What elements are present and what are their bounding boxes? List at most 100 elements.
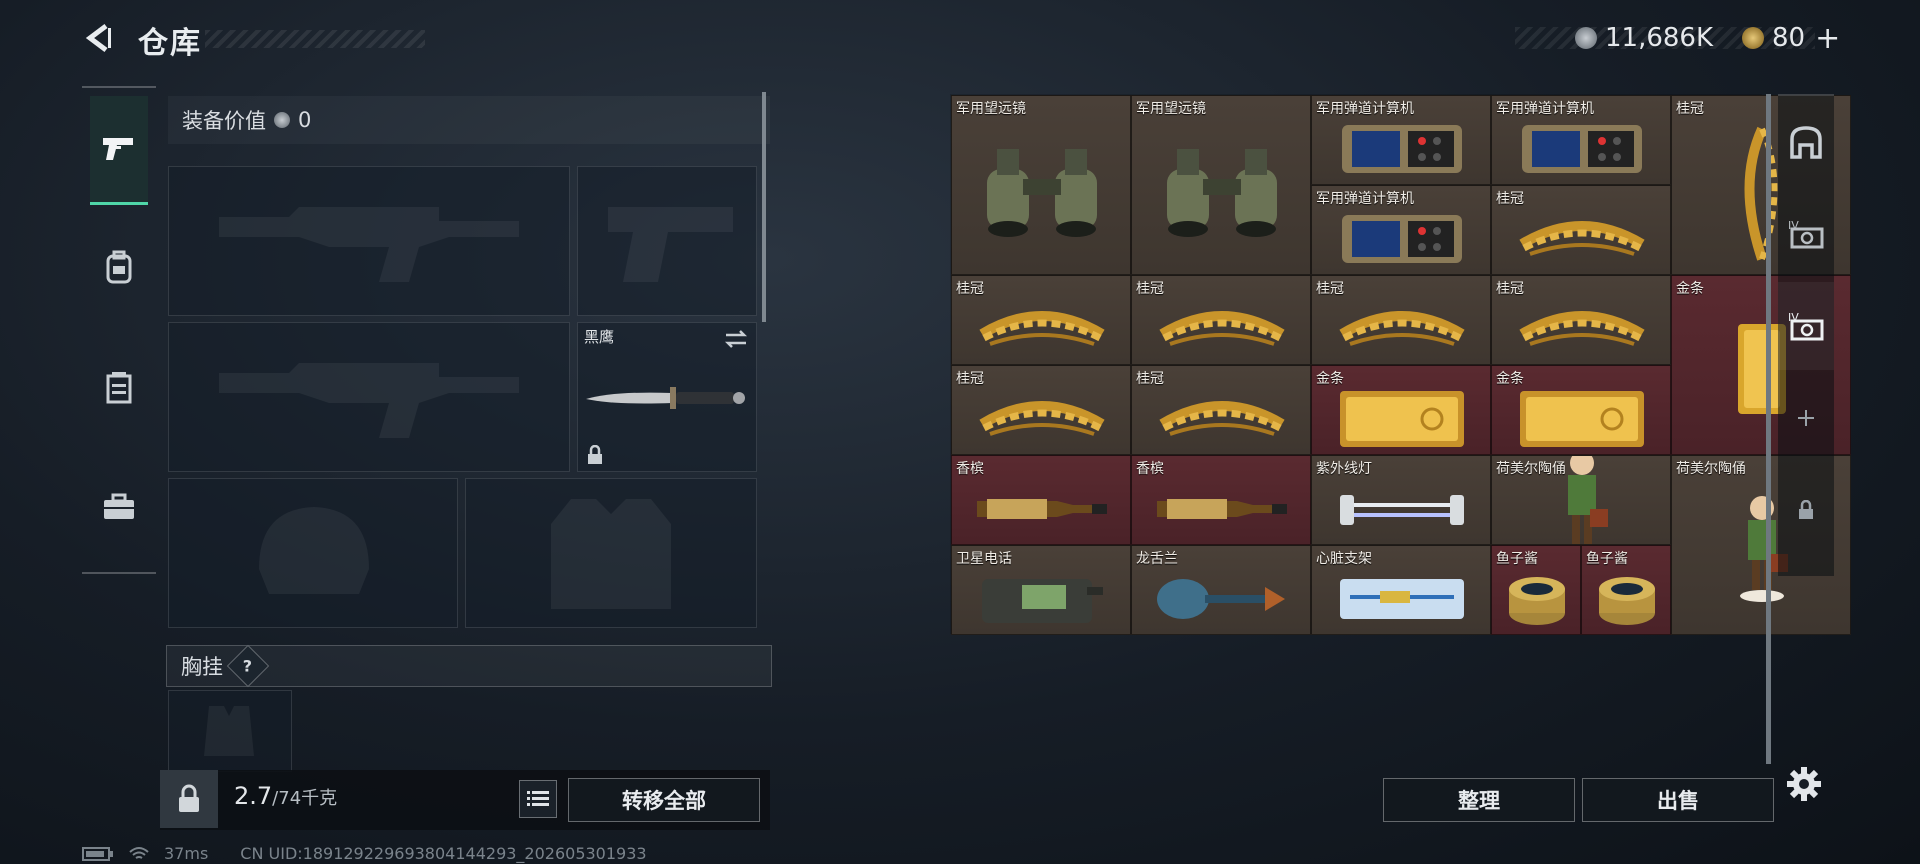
chest-rig-slot[interactable] [168,690,292,772]
nav-backpack[interactable] [90,214,148,320]
inventory-item[interactable]: 鱼子酱 [1581,545,1671,635]
nav-case[interactable] [90,454,148,560]
chest-rig-label: 胸挂 [181,655,223,679]
inventory-item[interactable]: 荷美尔陶俑 [1491,455,1671,545]
item-name: 军用弹道计算机 [1316,101,1414,117]
inventory-item[interactable]: 军用望远镜 [1131,95,1311,275]
inventory-item[interactable]: 香槟 [951,455,1131,545]
inventory-item[interactable]: 军用弹道计算机 [1311,95,1491,185]
plus-icon [1798,410,1814,426]
gold-coin-icon [1742,27,1764,49]
inventory-item[interactable]: 桂冠 [1311,275,1491,365]
left-category-nav [82,86,156,574]
lock-button[interactable] [160,770,218,828]
equipment-value-label: 装备价值 [182,109,266,133]
armor-silhouette-icon [551,499,671,609]
item-name: 桂冠 [1496,281,1524,297]
second-primary-weapon-slot[interactable] [168,322,570,472]
battery-icon [82,846,113,861]
binoculars-icon [1167,149,1277,237]
wifi-icon [129,846,149,859]
inventory-item[interactable]: 桂冠 [1491,275,1671,365]
inventory-item[interactable]: 桂冠 [951,275,1131,365]
item-name: 金条 [1496,371,1524,387]
inventory-item[interactable]: 心脏支架 [1311,545,1491,635]
inventory-item[interactable]: 金条 [1311,365,1491,455]
page-title: 仓库 [138,26,202,61]
inventory-item[interactable]: 紫外线灯 [1311,455,1491,545]
sell-button[interactable]: 出售 [1582,778,1774,822]
inventory-scrollbar[interactable] [1766,94,1771,764]
weight-current: 2.7 [234,782,273,810]
tab-vault[interactable] [1778,98,1834,186]
inventory-item[interactable]: 军用弹道计算机 [1311,185,1491,275]
tab-locked[interactable] [1778,466,1834,554]
item-name: 鱼子酱 [1586,551,1628,567]
item-name: 香槟 [1136,461,1164,477]
armor-slot[interactable] [465,478,757,628]
container-icon: IV [1788,311,1824,341]
inventory-item[interactable]: 金条 [1491,365,1671,455]
melee-slot-label: 黑鹰 [584,328,615,346]
vest-silhouette-icon [204,706,254,756]
inventory-item[interactable]: 桂冠 [951,365,1131,455]
primary-weapon-slot[interactable] [168,166,570,316]
silver-coin-icon [1575,27,1597,49]
pistol-silhouette-icon [608,207,733,282]
inventory-item[interactable]: 军用弹道计算机 [1491,95,1671,185]
equipment-value-row: 装备价值 0 [168,96,770,144]
sort-button[interactable]: 整理 [1383,778,1575,822]
knife-icon [586,387,745,409]
item-name: 心脏支架 [1316,551,1372,567]
tab-container-4[interactable]: IV [1778,190,1834,278]
vest-icon [106,372,132,404]
back-button[interactable] [80,18,120,58]
helmet-slot[interactable] [168,478,458,628]
inventory-item[interactable]: 军用望远镜 [951,95,1131,275]
uid-text: CN UID:189129229693804144293_20260530193… [240,844,647,863]
tab-add[interactable] [1778,374,1834,462]
container-icon: IV [1788,219,1824,249]
list-view-button[interactable] [519,780,557,818]
inventory-item[interactable]: 香槟 [1131,455,1311,545]
gear-icon[interactable] [1786,766,1822,802]
ping-text: 37ms [164,844,209,863]
vault-icon [1790,126,1822,159]
currency-main-value: 11,686K [1605,23,1714,53]
item-name: 鱼子酱 [1496,551,1538,567]
add-currency-button[interactable]: + [1815,21,1840,56]
tab-container-4-active[interactable]: IV [1778,282,1834,370]
rifle-silhouette-icon [219,363,519,438]
pistol-icon [103,138,133,160]
item-name: 金条 [1316,371,1344,387]
backpack-icon [106,250,132,284]
inventory-item[interactable]: 卫星电话 [951,545,1131,635]
inventory-item[interactable]: 桂冠 [1131,275,1311,365]
item-name: 桂冠 [956,281,984,297]
swap-icon[interactable] [724,329,748,349]
nav-weapons[interactable] [90,96,148,205]
weight-readout: 2.7/74千克 [234,782,337,810]
inventory-item[interactable]: 鱼子酱 [1491,545,1581,635]
secondary-weapon-slot[interactable] [577,166,757,316]
item-name: 卫星电话 [956,551,1012,567]
lock-icon [588,445,602,464]
help-icon[interactable]: ? [226,644,270,688]
melee-slot[interactable]: 黑鹰 [577,322,757,472]
item-name: 桂冠 [1136,371,1164,387]
list-icon [527,791,549,806]
silver-coin-icon [274,112,290,128]
inventory-item[interactable]: 龙舌兰 [1131,545,1311,635]
currency-main: 11,686K [1575,22,1713,54]
chest-rig-row[interactable]: 胸挂 ? [166,644,772,688]
case-icon [104,493,134,519]
transfer-all-button[interactable]: 转移全部 [568,778,760,822]
item-name: 桂冠 [956,371,984,387]
item-name: 龙舌兰 [1136,551,1178,567]
item-name: 荷美尔陶俑 [1676,461,1746,477]
inventory-grid: 军用望远镜 军用望远镜 军用弹道计算机 军用弹道计算机 桂冠 军用弹道计算机 桂冠 桂冠 桂冠桂… [951,95,1851,635]
inventory-item[interactable]: 桂冠 [1491,185,1671,275]
inventory-item[interactable]: 桂冠 [1131,365,1311,455]
nav-vest[interactable] [90,334,148,440]
equipment-scrollbar[interactable] [762,92,766,322]
